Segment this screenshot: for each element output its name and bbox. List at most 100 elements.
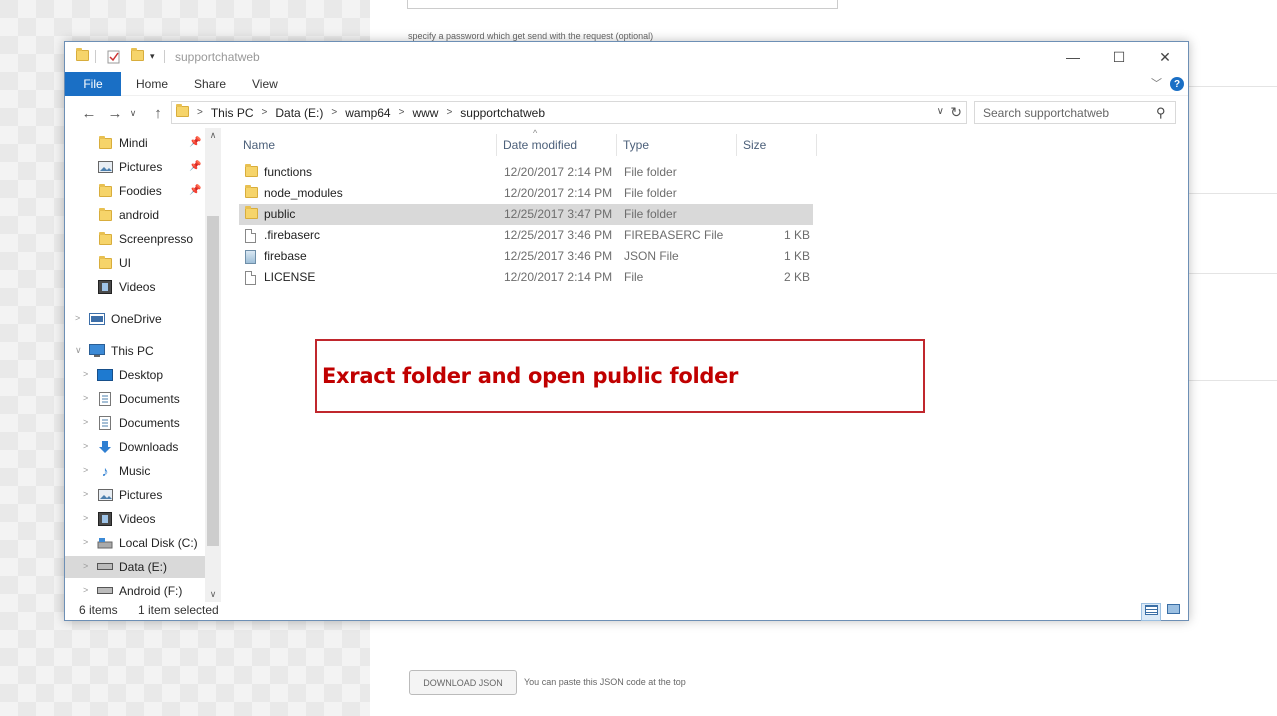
sidebar-item-android-f[interactable]: Android (F:) [97, 580, 182, 602]
breadcrumb-supportchatweb[interactable]: supportchatweb [460, 106, 545, 120]
column-header-type[interactable]: Type [617, 134, 737, 156]
chevron-right-icon[interactable]: > [399, 107, 405, 118]
chevron-down-icon[interactable]: ∨ [75, 345, 82, 356]
table-row[interactable]: public 12/25/2017 3:47 PM File folder [239, 204, 813, 225]
minimize-button[interactable]: — [1050, 42, 1096, 72]
help-icon[interactable]: ? [1170, 77, 1184, 91]
sidebar-item-downloads[interactable]: Downloads [97, 436, 178, 458]
large-icons-view-icon[interactable] [1163, 603, 1183, 621]
file-name: functions [264, 165, 313, 179]
chevron-right-icon[interactable]: > [83, 585, 88, 595]
back-arrow-icon[interactable]: ← [79, 103, 99, 123]
chevron-right-icon[interactable]: > [83, 489, 88, 499]
sidebar-item-foodies[interactable]: Foodies [97, 180, 162, 202]
navigation-scrollbar[interactable]: ∧ ∨ [205, 128, 221, 602]
chevron-right-icon[interactable]: > [83, 369, 88, 379]
tab-home[interactable]: Home [136, 77, 168, 91]
sidebar-item-mindi[interactable]: Mindi [97, 132, 148, 154]
table-row[interactable]: node_modules 12/20/2017 2:14 PM File fol… [239, 183, 813, 204]
download-note: You can paste this JSON code at the top [524, 677, 686, 687]
sidebar-item-onedrive[interactable]: OneDrive [89, 308, 162, 330]
sidebar-item-pictures[interactable]: Pictures [97, 156, 162, 178]
chevron-right-icon[interactable]: > [83, 441, 88, 451]
close-button[interactable]: ✕ [1142, 42, 1188, 72]
address-dropdown-icon[interactable]: ∨ [937, 106, 944, 117]
file-type: File folder [624, 186, 677, 200]
expand-ribbon-icon[interactable]: ﹀ [1151, 75, 1162, 91]
scrollbar-thumb[interactable] [207, 216, 219, 546]
sidebar-item-documents-2[interactable]: Documents [97, 412, 180, 434]
table-row[interactable]: functions 12/20/2017 2:14 PM File folder [239, 162, 813, 183]
maximize-button[interactable]: ☐ [1096, 42, 1142, 72]
folder-icon [245, 185, 259, 201]
column-header-name[interactable]: Name [237, 134, 497, 156]
chevron-right-icon[interactable]: > [83, 465, 88, 475]
sidebar-item-desktop[interactable]: Desktop [97, 364, 163, 386]
folder-icon [97, 135, 113, 150]
videos-icon [97, 512, 113, 526]
refresh-icon[interactable]: ↻ [950, 104, 962, 121]
forward-arrow-icon[interactable]: → [105, 103, 125, 123]
chevron-right-icon[interactable]: > [446, 107, 452, 118]
pin-icon[interactable]: 📌 [189, 185, 201, 196]
divider [95, 50, 96, 63]
sidebar-item-label: Documents [119, 392, 180, 406]
file-type: File folder [624, 165, 677, 179]
sidebar-item-android[interactable]: android [97, 204, 159, 226]
sidebar-item-videos-pc[interactable]: Videos [97, 508, 155, 530]
recent-locations-chevron-icon[interactable]: ∨ [127, 103, 139, 123]
pin-icon[interactable]: 📌 [189, 137, 201, 148]
breadcrumb-this-pc[interactable]: This PC [211, 106, 254, 120]
ribbon: File Home Share View ﹀ ? [65, 72, 1188, 96]
search-input[interactable]: Search supportchatweb [974, 101, 1176, 124]
scroll-up-arrow-icon[interactable]: ∧ [205, 130, 221, 141]
sidebar-item-ui[interactable]: UI [97, 252, 131, 274]
desktop-icon [97, 368, 113, 382]
sidebar-item-local-disk-c[interactable]: Local Disk (C:) [97, 532, 198, 554]
customize-toolbar-icon[interactable]: ▾ [150, 51, 155, 62]
sidebar-item-pictures-pc[interactable]: Pictures [97, 484, 162, 506]
chevron-right-icon[interactable]: > [197, 107, 203, 118]
details-view-icon[interactable] [1141, 603, 1161, 621]
sidebar-item-label: Foodies [119, 184, 162, 198]
tab-view[interactable]: View [252, 77, 278, 91]
new-folder-icon[interactable] [131, 48, 144, 64]
title-bar[interactable]: ▾ supportchatweb — ☐ ✕ [65, 42, 1188, 72]
table-row[interactable]: LICENSE 12/20/2017 2:14 PM File 2 KB [239, 267, 813, 288]
chevron-right-icon[interactable]: > [83, 561, 88, 571]
chevron-right-icon[interactable]: > [83, 537, 88, 547]
sidebar-item-label: Data (E:) [119, 560, 168, 574]
password-input[interactable] [407, 0, 838, 9]
address-bar[interactable]: > This PC > Data (E:) > wamp64 > www > s… [171, 101, 967, 124]
chevron-right-icon[interactable]: > [75, 313, 80, 323]
breadcrumb-wamp64[interactable]: wamp64 [345, 106, 390, 120]
chevron-right-icon[interactable]: > [262, 107, 268, 118]
chevron-right-icon[interactable]: > [83, 393, 88, 403]
breadcrumb-www[interactable]: www [412, 106, 438, 120]
sidebar-item-music[interactable]: ♪ Music [97, 460, 151, 482]
table-row[interactable]: firebase 12/25/2017 3:46 PM JSON File 1 … [239, 246, 813, 267]
file-type: File folder [624, 207, 677, 221]
column-header-size[interactable]: Size [737, 134, 817, 156]
properties-icon[interactable] [107, 50, 120, 64]
search-icon[interactable]: ⚲ [1156, 105, 1182, 121]
chevron-right-icon[interactable]: > [83, 417, 88, 427]
tab-file[interactable]: File [65, 72, 121, 96]
sidebar-item-documents[interactable]: Documents [97, 388, 180, 410]
sidebar-item-videos[interactable]: Videos [97, 276, 155, 298]
json-file-icon [245, 250, 259, 264]
table-row[interactable]: .firebaserc 12/25/2017 3:46 PM FIREBASER… [239, 225, 813, 246]
pin-icon[interactable]: 📌 [189, 161, 201, 172]
column-header-date-modified[interactable]: Date modified [497, 134, 617, 156]
sidebar-item-label: Downloads [119, 440, 179, 454]
up-arrow-icon[interactable]: ↑ [148, 103, 168, 123]
chevron-right-icon[interactable]: > [331, 107, 337, 118]
scroll-down-arrow-icon[interactable]: ∨ [205, 589, 221, 600]
sidebar-item-this-pc[interactable]: This PC [89, 340, 154, 362]
file-size: 2 KB [783, 270, 810, 284]
chevron-right-icon[interactable]: > [83, 513, 88, 523]
breadcrumb-data-e[interactable]: Data (E:) [275, 106, 323, 120]
sidebar-item-screenpresso[interactable]: Screenpresso [97, 228, 193, 250]
tab-share[interactable]: Share [194, 77, 226, 91]
download-json-button[interactable]: DOWNLOAD JSON [409, 670, 517, 695]
